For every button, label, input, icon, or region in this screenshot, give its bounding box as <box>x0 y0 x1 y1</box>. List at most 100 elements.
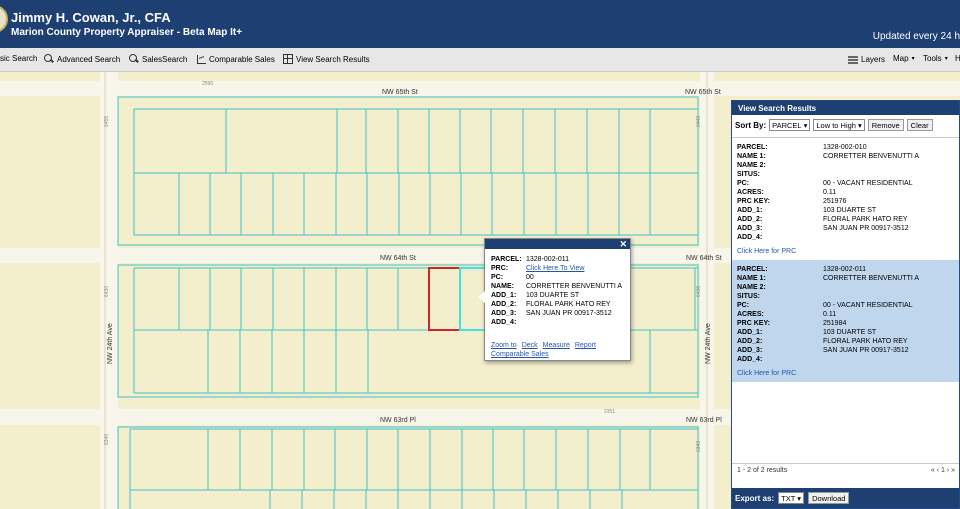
result-field-key: PC: <box>737 302 750 309</box>
result-field-row: PC: 00 - VACANT RESIDENTIAL <box>737 301 959 310</box>
export-format-select[interactable]: TXT ▾ <box>778 492 805 504</box>
popup-field-row: ADD_3: SAN JUAN PR 00917-3512 <box>491 309 630 318</box>
sort-field-select[interactable]: PARCEL ▾ <box>769 119 811 131</box>
result-field-value: SAN JUAN PR 00917-3512 <box>823 225 909 232</box>
comparable-sales-link[interactable]: Comparable Sales <box>491 351 549 358</box>
sort-order-select[interactable]: Low to High ▾ <box>813 119 865 131</box>
street-label-nw-65th-st: NW 65th St <box>382 89 418 96</box>
search-results-panel: View Search Results Sort By: PARCEL ▾ Low… <box>731 100 960 509</box>
result-field-key: ADD_2: <box>737 338 763 345</box>
view-search-results-label: View Search Results <box>296 54 370 64</box>
map-menu[interactable]: Map ▾ <box>893 54 915 63</box>
address-number: 2351 <box>604 409 615 415</box>
popup-field-row: PC: 00 <box>491 273 630 282</box>
popup-pointer <box>478 291 485 303</box>
result-field-key: PRC KEY: <box>737 320 770 327</box>
pager-nav[interactable]: « ‹ 1 › » <box>931 467 955 474</box>
dropdown-arrow-icon: ▾ <box>911 56 915 62</box>
result-field-key: ADD_4: <box>737 356 763 363</box>
sort-bar: Sort By: PARCEL ▾ Low to High ▾ Remove Cle… <box>732 115 959 135</box>
result-item[interactable]: PARCEL: 1328-002-010 NAME 1: CORRETTER BENV… <box>732 138 959 260</box>
prc-link[interactable]: Click Here for PRC <box>737 369 959 378</box>
result-field-row: PRC KEY: 251976 <box>737 197 959 206</box>
result-item[interactable]: PARCEL: 1328-002-011 NAME 1: CORRETTER BENV… <box>732 260 959 382</box>
result-field-row: NAME 2: <box>737 161 959 170</box>
result-field-row: ADD_1: 103 DUARTE ST <box>737 206 959 215</box>
result-field-key: SITUS: <box>737 171 760 178</box>
chevron-down-icon: ▾ <box>797 493 802 503</box>
view-search-results-button[interactable]: View Search Results <box>283 54 370 64</box>
result-field-key: SITUS: <box>737 293 760 300</box>
map-menu-label: Map <box>893 54 909 63</box>
popup-field-value: 1328-002-011 <box>526 256 570 263</box>
tools-menu[interactable]: Tools ▾ <box>923 54 948 63</box>
result-field-value: CORRETTER BENVENUTTI A <box>823 153 920 160</box>
popup-field-row: ADD_4: <box>491 318 630 327</box>
chevron-down-icon: ▾ <box>803 120 808 130</box>
clear-button[interactable]: Clear <box>906 119 933 131</box>
measure-link[interactable]: Measure <box>543 342 570 349</box>
address-number: 6449 <box>696 116 702 127</box>
download-button[interactable]: Download <box>808 492 850 504</box>
search-icon <box>129 54 139 64</box>
sort-order-value: Low to High <box>816 120 856 130</box>
result-field-value: 1328-002-011 <box>823 266 867 273</box>
address-number: 6340 <box>104 434 110 445</box>
result-field-value: 0.11 <box>823 311 837 318</box>
toolbar: sic Search Advanced Search SalesSearch C… <box>0 48 960 72</box>
result-field-row: ACRES: 0.11 <box>737 310 959 319</box>
popup-field-value: SAN JUAN PR 00917-3512 <box>526 310 612 317</box>
help-menu[interactable]: H <box>955 54 960 63</box>
result-field-key: PRC KEY: <box>737 198 770 205</box>
popup-links: Zoom to Deck Measure Report Comparable Sale… <box>491 341 601 359</box>
sales-search-button[interactable]: SalesSearch <box>129 54 187 64</box>
app-header: Jimmy H. Cowan, Jr., CFA Marion County P… <box>0 0 960 48</box>
popup-field-key: ADD_2: <box>491 301 517 308</box>
result-count: 1 - 2 of 2 results <box>737 467 788 474</box>
zoom-to-link[interactable]: Zoom to <box>491 342 517 349</box>
result-field-key: ACRES: <box>737 189 764 196</box>
result-field-value: 1328-002-010 <box>823 144 867 151</box>
basic-search-button[interactable]: sic Search <box>0 54 37 63</box>
close-icon[interactable]: ✕ <box>619 239 627 249</box>
popup-field-value: FLORAL PARK HATO REY <box>526 301 611 308</box>
layers-button[interactable]: Layers <box>848 54 885 64</box>
address-number: 6430 <box>104 286 110 297</box>
result-field-row: ADD_4: <box>737 355 959 364</box>
popup-field-key: PRC: <box>491 265 509 272</box>
chart-icon <box>196 54 206 64</box>
remove-button[interactable]: Remove <box>867 119 904 131</box>
address-number: 6455 <box>104 116 110 127</box>
app-subtitle: Marion County Property Appraiser - Beta … <box>11 27 243 38</box>
result-field-row: PARCEL: 1328-002-010 <box>737 143 959 152</box>
dropdown-arrow-icon: ▾ <box>944 56 948 62</box>
prc-link[interactable]: Click Here for PRC <box>737 247 959 256</box>
result-field-value: SAN JUAN PR 00917-3512 <box>823 347 909 354</box>
app-title: Jimmy H. Cowan, Jr., CFA <box>11 10 171 25</box>
popup-field-key: ADD_4: <box>491 319 517 326</box>
result-field-row: PRC KEY: 251984 <box>737 319 959 328</box>
selected-parcel-1328-002-010[interactable] <box>428 267 461 331</box>
help-menu-label: H <box>955 54 960 63</box>
popup-field-value: CORRETTER BENVENUTTI A <box>526 283 623 290</box>
popup-field-row: PRC: Click Here To View <box>491 264 630 273</box>
result-field-key: ADD_1: <box>737 207 763 214</box>
result-field-key: ADD_3: <box>737 225 763 232</box>
result-field-row: ADD_4: <box>737 233 959 242</box>
popup-fields: PARCEL: 1328-002-011 PRC: Click Here To Vie… <box>485 249 630 327</box>
advanced-search-button[interactable]: Advanced Search <box>44 54 120 64</box>
parcel-block-3 <box>117 426 699 509</box>
grid-icon <box>283 54 293 64</box>
report-link[interactable]: Report <box>575 342 596 349</box>
prc-view-link[interactable]: Click Here To View <box>526 264 585 273</box>
basic-search-label: sic Search <box>0 54 38 63</box>
panel-title: View Search Results <box>732 101 959 115</box>
popup-header: ✕ <box>485 239 630 249</box>
deck-link[interactable]: Deck <box>522 342 538 349</box>
layers-label: Layers <box>861 54 886 64</box>
result-field-key: ADD_3: <box>737 347 763 354</box>
comparable-sales-button[interactable]: Comparable Sales <box>196 54 275 64</box>
result-field-value: 00 - VACANT RESIDENTIAL <box>823 302 913 309</box>
result-field-row: ADD_2: FLORAL PARK HATO REY <box>737 215 959 224</box>
result-field-key: PC: <box>737 180 750 187</box>
